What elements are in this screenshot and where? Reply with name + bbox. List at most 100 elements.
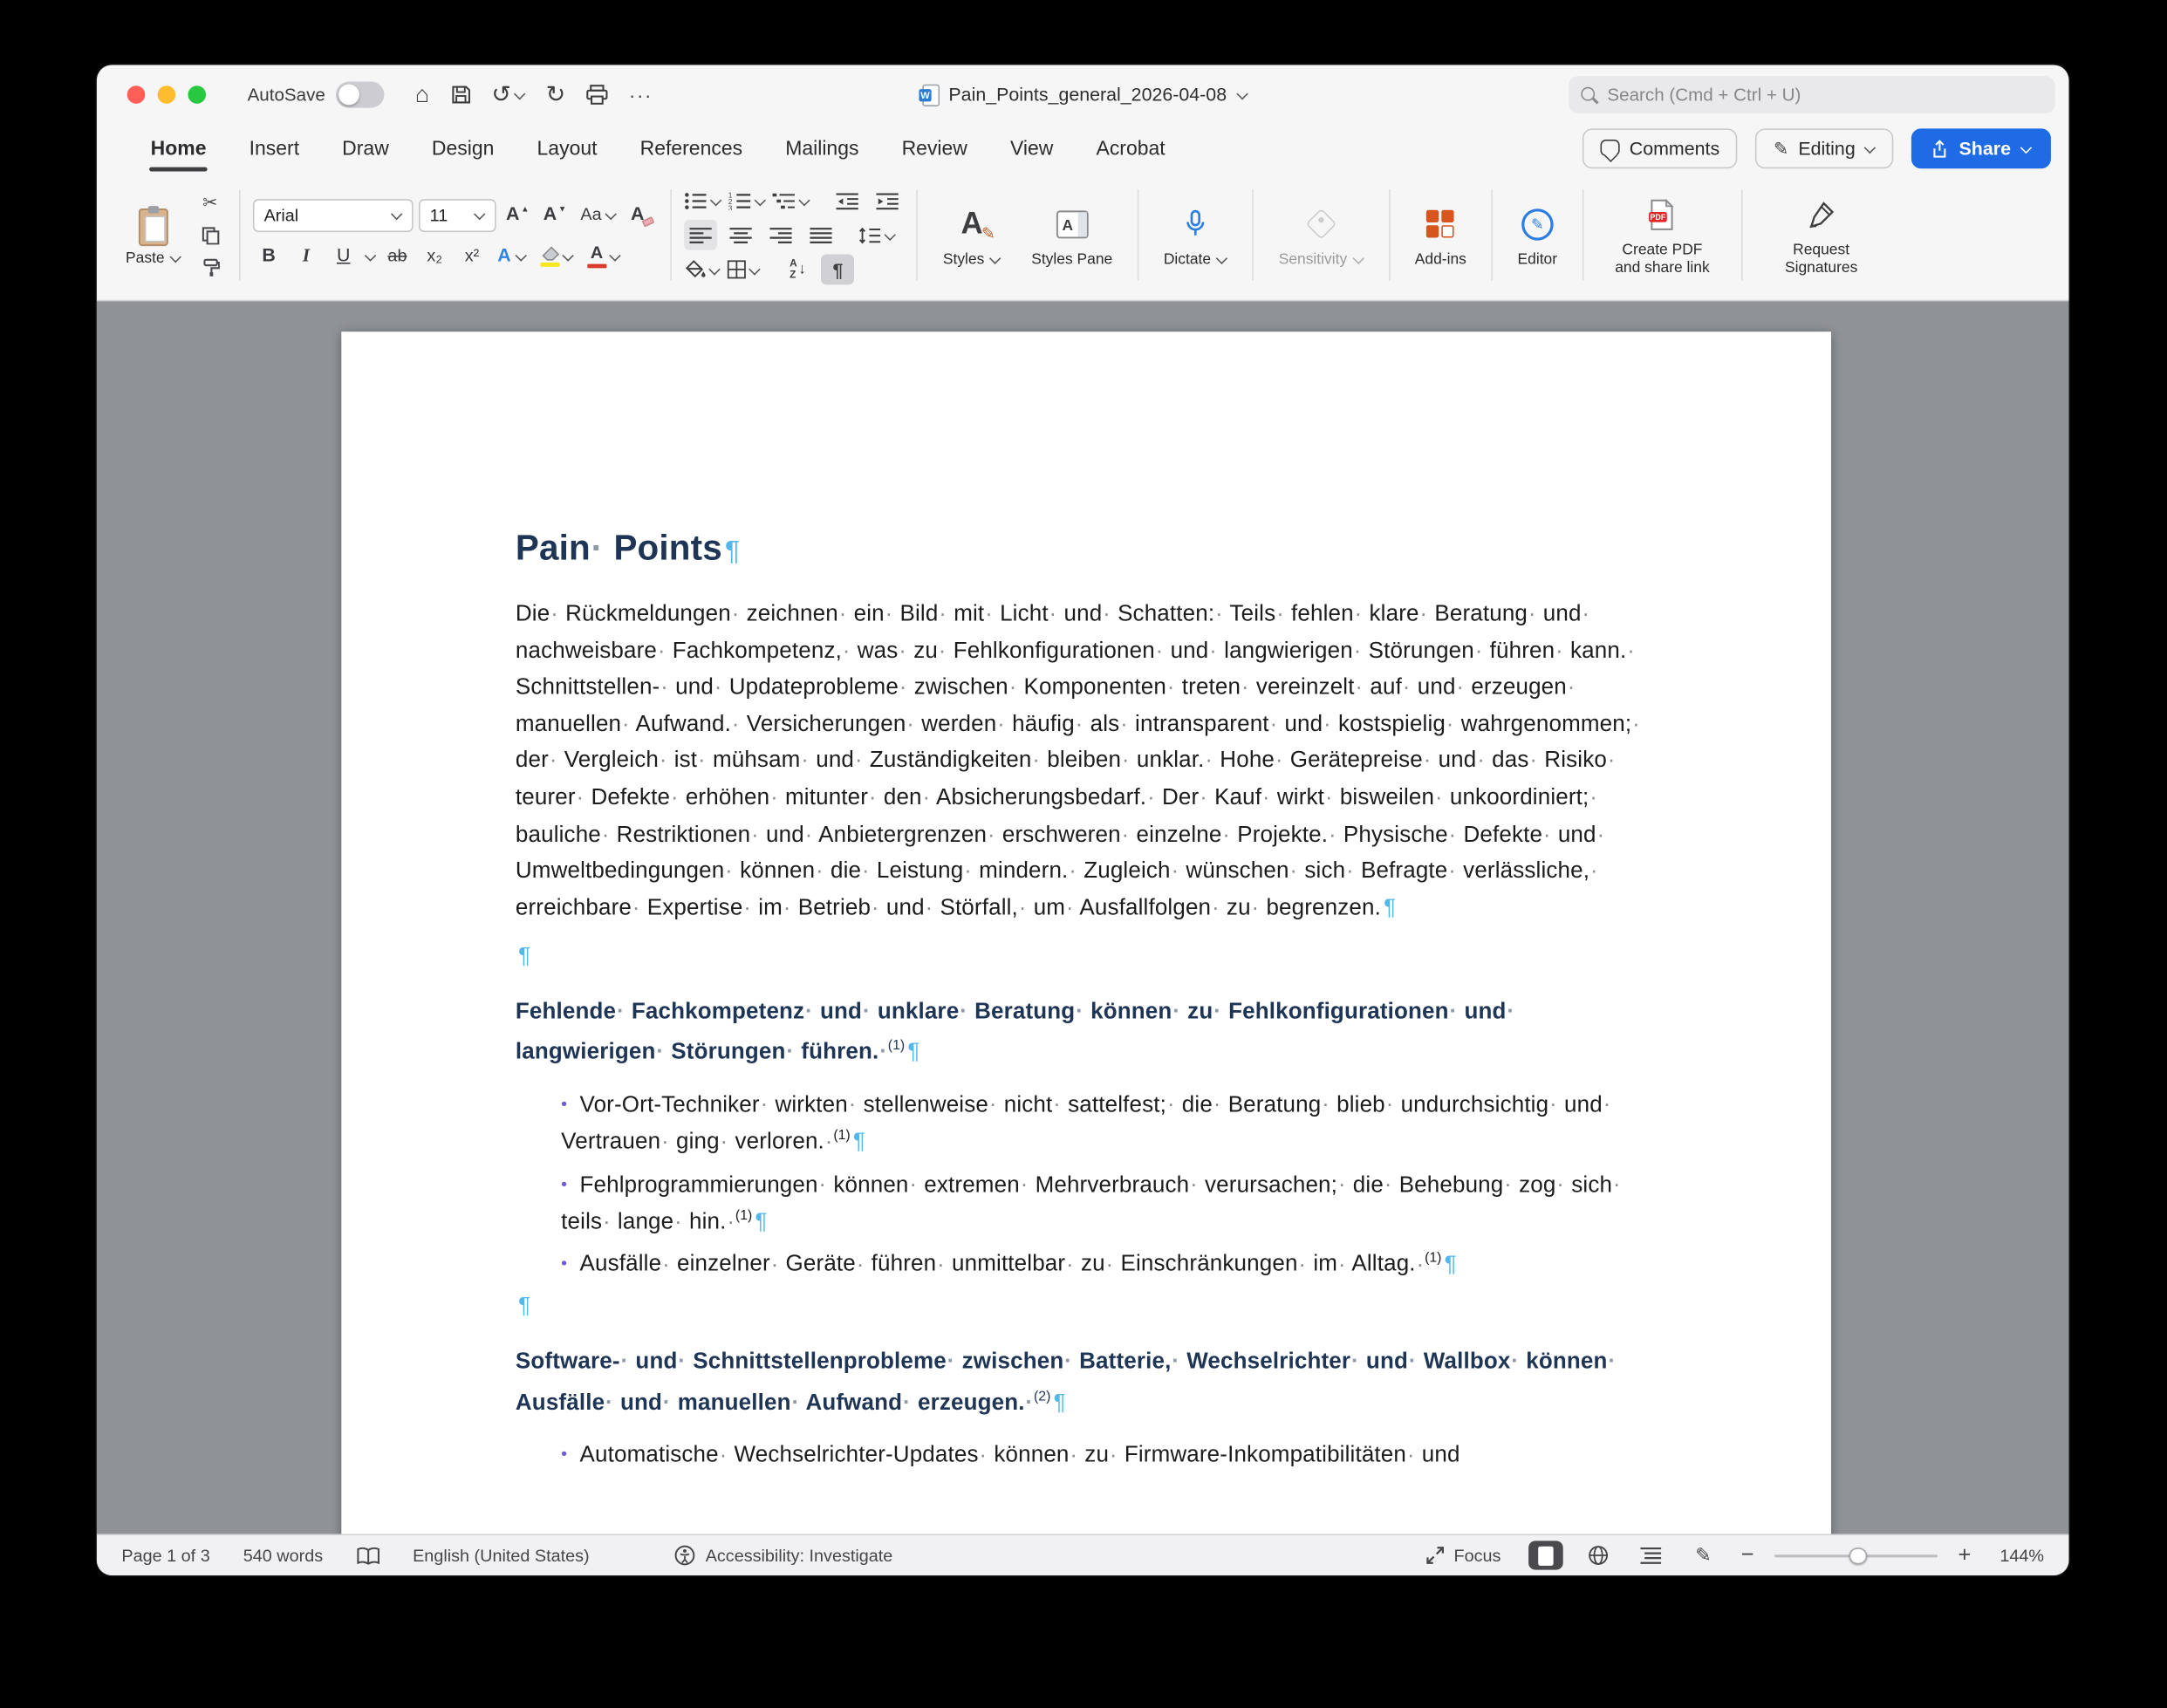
share-button[interactable]: Share xyxy=(1912,128,2051,168)
more-commands-button[interactable]: ··· xyxy=(629,85,653,104)
change-case-button[interactable]: Aa xyxy=(577,200,621,230)
doc-block-bullet[interactable]: •Vor-Ort-Techniker· wirkten· stellenweis… xyxy=(516,1086,1651,1160)
paste-button[interactable]: Paste xyxy=(119,204,188,266)
shading-button[interactable] xyxy=(685,254,721,284)
print-button[interactable] xyxy=(586,85,608,106)
clipboard-icon xyxy=(134,204,172,247)
print-layout-view-button[interactable] xyxy=(1528,1541,1563,1569)
page-indicator[interactable]: Page 1 of 3 xyxy=(121,1546,209,1565)
document-page[interactable]: Pain· Points¶ Die· Rückmeldungen· zeichne… xyxy=(341,331,1831,1534)
doc-block-bullet[interactable]: •Automatische· Wechselrichter-Updates· k… xyxy=(516,1436,1651,1473)
styles-button[interactable]: A✎ Styles xyxy=(931,202,1014,269)
font-color-button[interactable]: A xyxy=(583,241,625,271)
strikethrough-button[interactable]: ab xyxy=(381,241,413,271)
clear-formatting-button[interactable]: A xyxy=(626,200,658,230)
focus-button[interactable]: Focus xyxy=(1426,1546,1501,1565)
sort-button[interactable]: AZ↓ xyxy=(782,254,815,284)
save-button[interactable] xyxy=(450,85,471,106)
zoom-slider[interactable] xyxy=(1774,1546,1938,1565)
bold-button[interactable]: B xyxy=(253,241,284,271)
editor-button[interactable]: ✎ Editor xyxy=(1505,202,1569,269)
numbered-list-button[interactable]: 123 xyxy=(728,185,766,215)
zoom-percentage[interactable]: 144% xyxy=(1992,1546,2044,1565)
increase-indent-button[interactable] xyxy=(872,185,905,215)
decrease-indent-button[interactable] xyxy=(831,185,865,215)
document-content[interactable]: Pain· Points¶ Die· Rückmeldungen· zeichne… xyxy=(341,331,1831,1473)
zoom-out-button[interactable]: − xyxy=(1739,1544,1757,1566)
grow-font-button[interactable]: A▲ xyxy=(502,200,533,230)
format-painter-button[interactable] xyxy=(194,252,227,281)
align-right-button[interactable] xyxy=(765,220,798,250)
copy-button[interactable] xyxy=(194,221,227,249)
doc-block-empty[interactable]: ¶ xyxy=(516,939,1651,975)
underline-button[interactable]: U xyxy=(327,241,359,271)
tab-references[interactable]: References xyxy=(639,129,744,167)
redo-button[interactable]: ↻ xyxy=(546,83,566,106)
cut-button[interactable]: ✂ xyxy=(194,188,227,217)
fullscreen-window-button[interactable] xyxy=(188,85,206,104)
tab-design[interactable]: Design xyxy=(430,129,496,167)
screen: AutoSave ⌂ ↺ ↻ ··· W Pain_Points_general… xyxy=(0,0,2167,1708)
line-spacing-button[interactable] xyxy=(858,220,896,250)
undo-button[interactable]: ↺ xyxy=(491,83,524,106)
request-signatures-button[interactable]: Request Signatures xyxy=(1755,193,1888,277)
multilevel-list-button[interactable] xyxy=(773,185,810,215)
zoom-slider-thumb[interactable] xyxy=(1849,1547,1867,1564)
home-button[interactable]: ⌂ xyxy=(415,83,429,106)
doc-block-body[interactable]: Die· Rückmeldungen· zeichnen· ein· Bild·… xyxy=(516,596,1651,926)
proofing-status-button[interactable] xyxy=(356,1546,379,1565)
document-title-menu[interactable]: W Pain_Points_general_2026-04-08 xyxy=(919,84,1248,106)
shrink-font-button[interactable]: A▼ xyxy=(539,200,571,230)
word-count[interactable]: 540 words xyxy=(243,1546,323,1565)
underline-chevron[interactable] xyxy=(365,251,376,261)
font-size-select[interactable]: 11 xyxy=(419,198,496,231)
justify-button[interactable] xyxy=(804,220,837,250)
doc-block-empty[interactable]: ¶ xyxy=(516,1288,1651,1325)
text-effects-button[interactable]: A xyxy=(494,241,530,271)
doc-block-bullet[interactable]: •Fehlprogrammierungen· können· extremen·… xyxy=(516,1165,1651,1240)
draw-view-button[interactable]: ✎ xyxy=(1686,1541,1721,1569)
accessibility-status[interactable]: Accessibility: Investigate xyxy=(675,1545,892,1566)
font-name-select[interactable]: Arial xyxy=(253,198,414,231)
align-left-button[interactable] xyxy=(685,220,718,250)
superscript-button[interactable]: x² xyxy=(456,241,488,271)
tab-acrobat[interactable]: Acrobat xyxy=(1095,129,1166,167)
add-ins-button[interactable]: Add-ins xyxy=(1403,202,1480,269)
minimize-window-button[interactable] xyxy=(158,85,176,104)
language-indicator[interactable]: English (United States) xyxy=(413,1546,590,1565)
sensitivity-button[interactable]: Sensitivity xyxy=(1266,202,1376,269)
subscript-button[interactable]: x₂ xyxy=(419,241,450,271)
undo-dropdown-chevron[interactable] xyxy=(514,90,525,99)
italic-button[interactable]: I xyxy=(291,241,322,271)
document-canvas[interactable]: Pain· Points¶ Die· Rückmeldungen· zeichne… xyxy=(97,301,2069,1534)
comments-button[interactable]: Comments xyxy=(1583,128,1738,168)
tab-review[interactable]: Review xyxy=(900,129,968,167)
tab-view[interactable]: View xyxy=(1008,129,1055,167)
create-pdf-button[interactable]: PDF Create PDF and share link xyxy=(1596,193,1728,277)
doc-block-bullet[interactable]: •Ausfälle· einzelner· Geräte· führen· un… xyxy=(516,1246,1651,1283)
doc-block-heading[interactable]: Software-· und· Schnittstellenprobleme· … xyxy=(516,1342,1651,1423)
doc-block-title[interactable]: Pain· Points¶ xyxy=(516,525,1651,575)
tab-mailings[interactable]: Mailings xyxy=(784,129,860,167)
dictate-button[interactable]: Dictate xyxy=(1152,202,1241,269)
tab-draw[interactable]: Draw xyxy=(341,129,391,167)
bullet-list-button[interactable] xyxy=(685,185,722,215)
autosave-toggle[interactable] xyxy=(337,81,385,107)
outline-view-button[interactable] xyxy=(1634,1541,1669,1569)
styles-pane-button[interactable]: A Styles Pane xyxy=(1019,202,1125,269)
web-layout-view-button[interactable] xyxy=(1581,1541,1616,1569)
change-case-chevron xyxy=(605,210,617,220)
doc-block-heading[interactable]: Fehlende· Fachkompetenz· und· unklare· B… xyxy=(516,992,1651,1073)
search-input[interactable]: Search (Cmd + Ctrl + U) xyxy=(1569,76,2055,113)
tab-layout[interactable]: Layout xyxy=(536,129,598,167)
tab-home[interactable]: Home xyxy=(149,129,208,167)
highlight-color-button[interactable] xyxy=(536,241,578,271)
close-window-button[interactable] xyxy=(127,85,146,104)
show-formatting-marks-button[interactable]: ¶ xyxy=(821,254,854,284)
align-right-icon xyxy=(770,226,792,244)
borders-button[interactable] xyxy=(728,254,761,284)
zoom-in-button[interactable]: + xyxy=(1956,1544,1974,1566)
align-center-button[interactable] xyxy=(725,220,758,250)
tab-insert[interactable]: Insert xyxy=(248,129,301,167)
editing-mode-button[interactable]: ✎ Editing xyxy=(1755,128,1894,168)
